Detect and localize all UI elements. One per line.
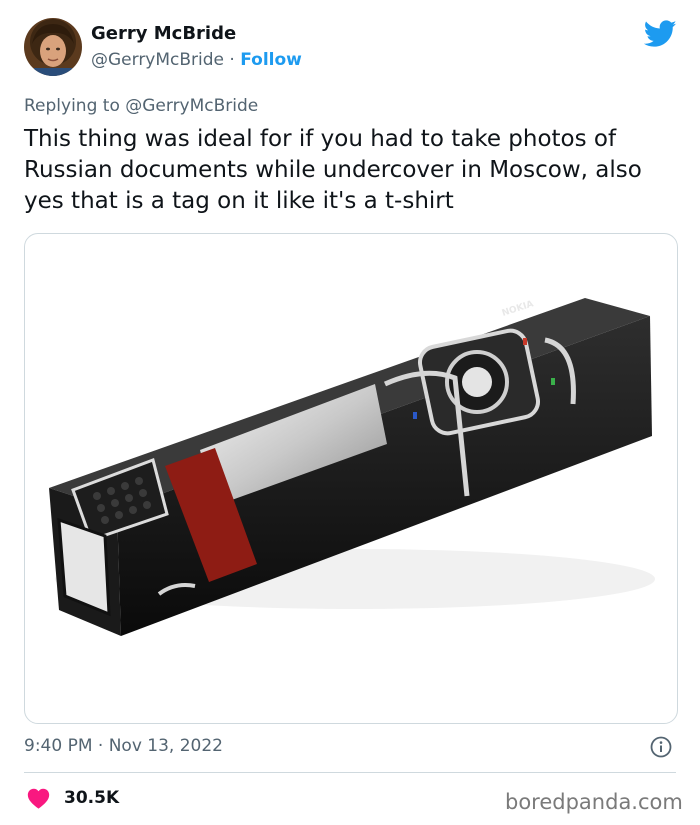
author-handle[interactable]: @GerryMcBride	[91, 50, 224, 70]
avatar[interactable]	[24, 18, 82, 76]
tweet-timestamp[interactable]: 9:40 PM · Nov 13, 2022	[24, 736, 223, 756]
brand-label: NOKIA	[501, 299, 535, 319]
replying-to: Replying to @GerryMcBride	[24, 96, 258, 116]
avatar-image	[24, 18, 82, 76]
tweet-text: This thing was ideal for if you had to t…	[24, 126, 642, 214]
info-icon[interactable]	[650, 736, 672, 758]
reply-handle[interactable]: @GerryMcBride	[125, 96, 258, 116]
author-handle-row: @GerryMcBride · Follow	[91, 50, 302, 70]
like-count[interactable]: 30.5K	[64, 788, 119, 808]
tweet-media[interactable]: NOKIA	[24, 233, 678, 724]
handle-separator: ·	[224, 50, 241, 70]
divider	[24, 772, 676, 773]
heart-icon[interactable]	[27, 788, 50, 809]
author-name[interactable]: Gerry McBride	[91, 23, 236, 44]
watermark: boredpanda.com	[505, 790, 683, 814]
reply-prefix: Replying to	[24, 96, 126, 116]
follow-button[interactable]: Follow	[240, 50, 302, 70]
twitter-bird-icon[interactable]	[644, 20, 677, 48]
phone-photo: NOKIA	[49, 298, 655, 636]
